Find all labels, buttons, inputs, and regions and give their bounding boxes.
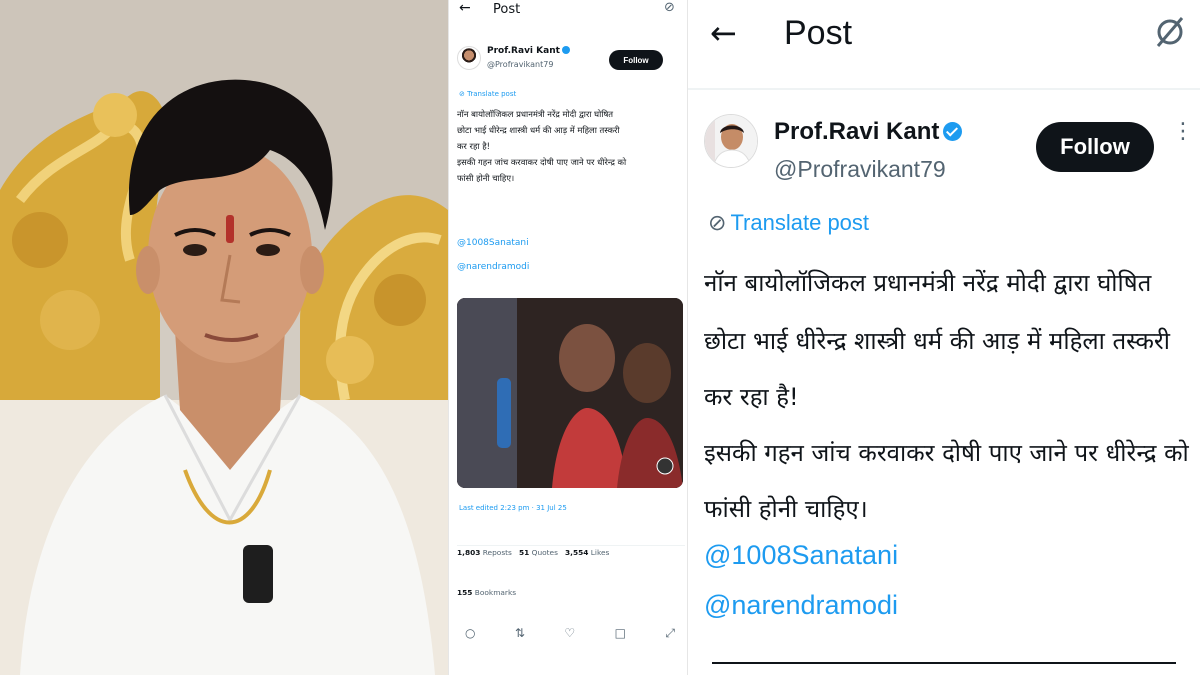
post-header-title: Post (784, 14, 853, 52)
post-body-line: इसकी गहन जांच करवाकर दोषी पाए जाने पर धी… (457, 157, 627, 167)
quotes-stat[interactable]: 51 Quotes (519, 548, 558, 557)
author-name[interactable]: Prof.Ravi Kant (774, 118, 963, 146)
grok-icon[interactable]: ⊘ (664, 0, 675, 15)
post-stats: 1,803 Reposts 51 Quotes 3,554 Likes (457, 545, 685, 557)
likes-stat[interactable]: 3,554 Likes (565, 548, 609, 557)
zoomed-post-panel: ← Post Prof.Ravi Kant @Profravikant79 Fo… (688, 0, 1200, 675)
verified-badge-icon (943, 122, 963, 141)
like-icon[interactable]: ♡ (564, 626, 575, 641)
bookmark-icon[interactable]: □ (615, 626, 626, 641)
repost-icon[interactable]: ⇅ (515, 626, 525, 641)
back-arrow-icon[interactable]: ← (459, 0, 471, 16)
header-divider (688, 88, 1200, 90)
post-header-title: Post (493, 2, 521, 17)
avatar[interactable] (704, 114, 758, 168)
grok-icon[interactable] (1154, 12, 1186, 52)
post-body-line: छोटा भाई धीरेन्द्र शास्त्री धर्म की आड़ … (457, 125, 620, 135)
share-icon[interactable]: ⤢ (665, 626, 675, 641)
post-body-line: इसकी गहन जांच करवाकर दोषी पाए जाने पर धी… (704, 439, 1189, 467)
bookmarks-stat[interactable]: 155 Bookmarks (457, 588, 516, 597)
bottom-divider (712, 662, 1176, 664)
post-body: नॉन बायोलॉजिकल प्रधानमंत्री नरेंद्र मोदी… (457, 106, 683, 186)
photo-panel (0, 0, 448, 675)
post-body-line: छोटा भाई धीरेन्द्र शास्त्री धर्म की आड़ … (704, 327, 1170, 355)
verified-badge-icon (561, 46, 570, 54)
mention-link[interactable]: @narendramodi (704, 590, 898, 621)
post-body-line: कर रहा है! (457, 141, 491, 151)
avatar[interactable] (457, 46, 481, 70)
person-photo (0, 0, 448, 675)
post-body-line: कर रहा है! (704, 383, 799, 411)
translate-icon: ⊘ (459, 90, 468, 98)
translate-post-link[interactable]: ⊘ Translate post (708, 210, 869, 236)
post-body-line: नॉन बायोलॉजिकल प्रधानमंत्री नरेंद्र मोदी… (704, 269, 1152, 297)
back-arrow-icon[interactable]: ← (710, 14, 737, 52)
mention-link[interactable]: @1008Sanatani (457, 238, 529, 248)
video-thumbnail (457, 298, 683, 488)
phone-screenshot: ← Post ⊘ Prof.Ravi Kant @Profravikant79 … (448, 0, 688, 675)
translate-post-link[interactable]: ⊘ Translate post (459, 90, 516, 98)
post-body-line: नॉन बायोलॉजिकल प्रधानमंत्री नरेंद्र मोदी… (457, 109, 614, 119)
author-handle[interactable]: @Profravikant79 (774, 156, 946, 183)
reposts-stat[interactable]: 1,803 Reposts (457, 548, 512, 557)
post-body-line: फांसी होनी चाहिए। (704, 495, 868, 523)
mention-link[interactable]: @narendramodi (457, 262, 529, 272)
post-body-line: फांसी होनी चाहिए। (457, 173, 515, 183)
author-handle[interactable]: @Profravikant79 (487, 60, 553, 69)
more-options-icon[interactable]: ⋮ (1172, 121, 1194, 143)
mention-link[interactable]: @1008Sanatani (704, 540, 898, 571)
last-edited-link[interactable]: Last edited 2:23 pm · 31 Jul 25 (459, 504, 567, 512)
avatar-image (705, 115, 757, 167)
post-media-video[interactable] (457, 298, 683, 488)
post-actions-bar: ○ ⇅ ♡ □ ⤢ (465, 626, 675, 641)
follow-button[interactable]: Follow (1036, 122, 1154, 172)
follow-button[interactable]: Follow (609, 50, 663, 70)
author-name[interactable]: Prof.Ravi Kant (487, 46, 570, 56)
translate-icon: ⊘ (708, 210, 727, 235)
reply-icon[interactable]: ○ (465, 626, 475, 641)
